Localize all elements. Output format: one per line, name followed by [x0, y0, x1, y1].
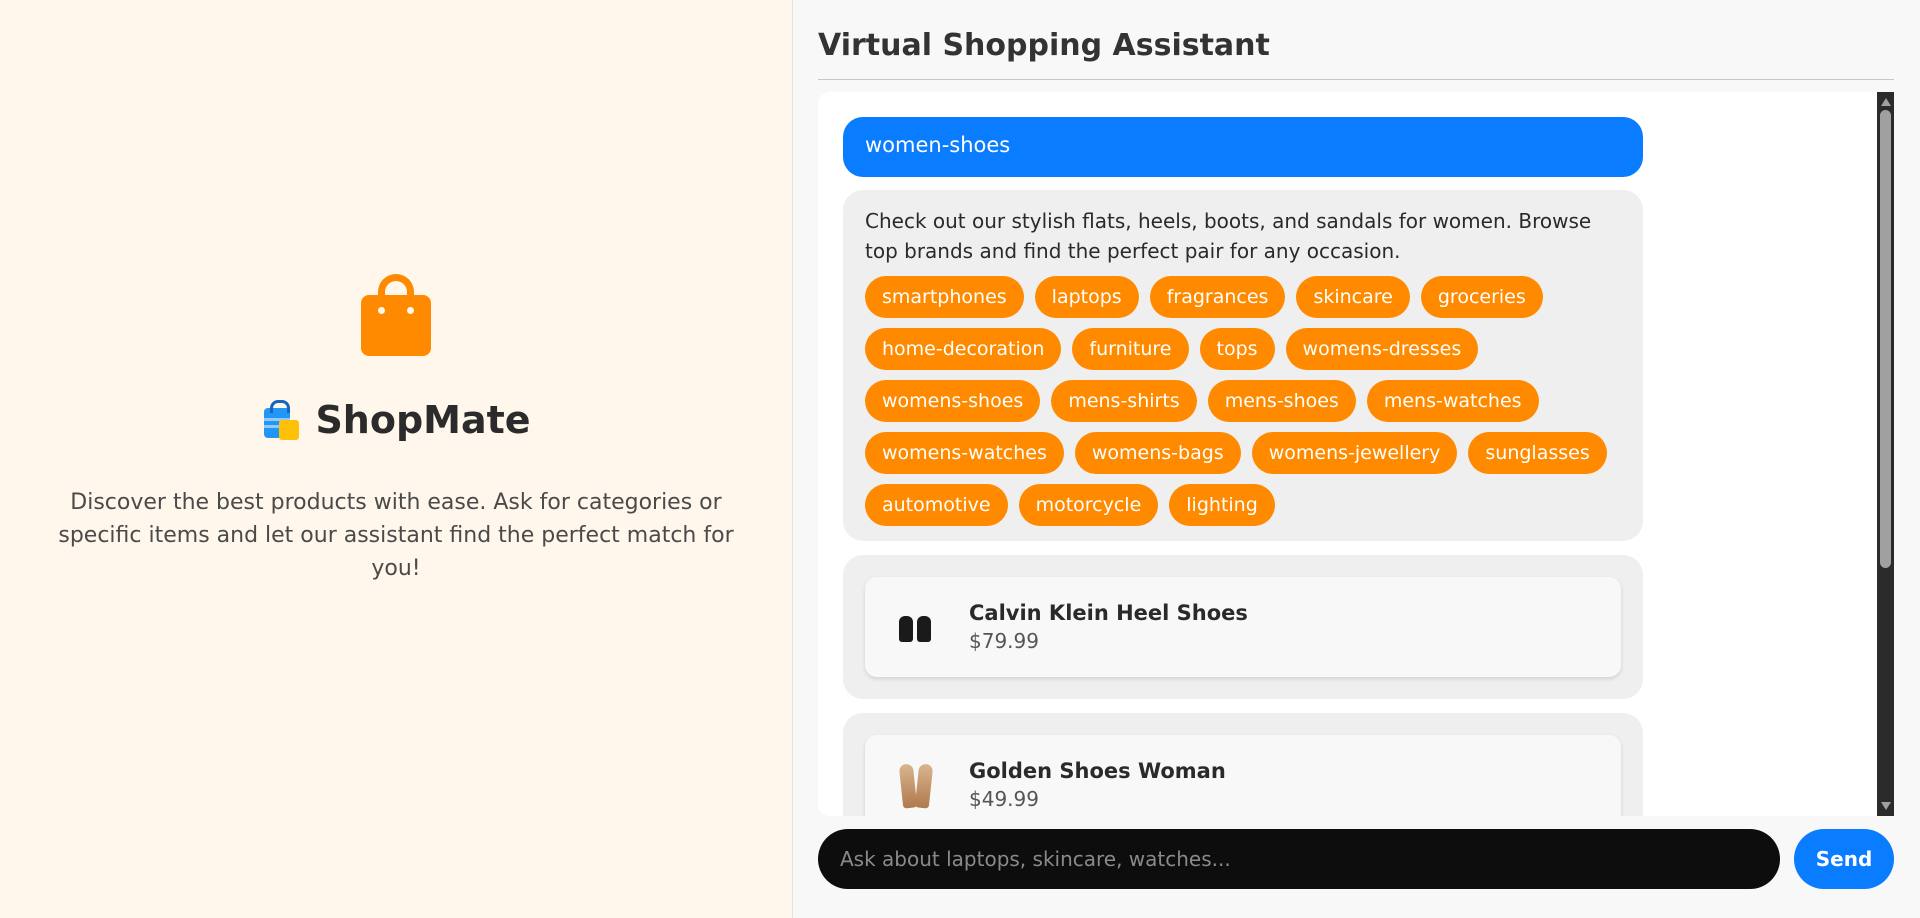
product-name: Golden Shoes Woman — [969, 759, 1226, 783]
welcome-panel: ShopMate Discover the best products with… — [0, 0, 793, 918]
tagline: Discover the best products with ease. As… — [58, 489, 734, 581]
category-chip-laptops[interactable]: laptops — [1034, 276, 1139, 318]
category-chip-home-decoration[interactable]: home-decoration — [865, 328, 1062, 370]
brand-title: ShopMate — [315, 397, 531, 442]
category-chip-skincare[interactable]: skincare — [1296, 276, 1410, 318]
shopping-bag-icon — [361, 273, 431, 356]
brand: ShopMate — [261, 397, 531, 442]
category-chip-lighting[interactable]: lighting — [1169, 484, 1275, 526]
product-message: Golden Shoes Woman $49.99 — [843, 713, 1643, 816]
category-chip-womens-dresses[interactable]: womens-dresses — [1285, 328, 1479, 370]
category-chip-womens-bags[interactable]: womens-bags — [1074, 432, 1241, 474]
category-chip-smartphones[interactable]: smartphones — [865, 276, 1024, 318]
assistant-panel: Virtual Shopping Assistant women-shoes C… — [793, 0, 1920, 918]
user-message: women-shoes — [843, 117, 1643, 177]
category-chip-mens-shoes[interactable]: mens-shoes — [1207, 380, 1356, 422]
chat-container: women-shoes Check out our stylish flats,… — [818, 92, 1894, 816]
product-image — [883, 594, 949, 660]
product-list: Calvin Klein Heel Shoes $79.99 Golden Shoe… — [843, 555, 1877, 816]
category-chip-womens-shoes[interactable]: womens-shoes — [865, 380, 1041, 422]
app: ShopMate Discover the best products with… — [0, 0, 1920, 918]
scroll-down-icon[interactable] — [1881, 802, 1891, 810]
product-card[interactable]: Calvin Klein Heel Shoes $79.99 — [865, 577, 1621, 677]
category-chip-motorcycle[interactable]: motorcycle — [1018, 484, 1159, 526]
scroll-up-icon[interactable] — [1881, 98, 1891, 106]
category-chip-mens-watches[interactable]: mens-watches — [1366, 380, 1539, 422]
category-chip-furniture[interactable]: furniture — [1072, 328, 1189, 370]
product-info: Calvin Klein Heel Shoes $79.99 — [969, 601, 1248, 653]
category-chip-womens-jewellery[interactable]: womens-jewellery — [1251, 432, 1458, 474]
chat-scrollbar[interactable] — [1877, 92, 1894, 816]
chat-input[interactable] — [818, 829, 1780, 889]
send-button[interactable]: Send — [1794, 829, 1894, 889]
bot-message: Check out our stylish flats, heels, boot… — [843, 190, 1643, 541]
scrollbar-thumb[interactable] — [1880, 110, 1891, 568]
shopping-bags-icon — [261, 399, 301, 440]
assistant-title: Virtual Shopping Assistant — [818, 28, 1894, 80]
product-price: $79.99 — [969, 629, 1039, 653]
chat-input-row: Send — [818, 829, 1894, 889]
bot-message-text: Check out our stylish flats, heels, boot… — [865, 209, 1592, 263]
category-chip-mens-shirts[interactable]: mens-shirts — [1051, 380, 1197, 422]
product-name: Calvin Klein Heel Shoes — [969, 601, 1248, 625]
category-chips: smartphones laptops fragrances skincare groc… — [865, 276, 1621, 526]
chat-messages[interactable]: women-shoes Check out our stylish flats,… — [818, 92, 1877, 816]
category-chip-fragrances[interactable]: fragrances — [1149, 276, 1286, 318]
product-price: $49.99 — [969, 787, 1039, 811]
category-chip-sunglasses[interactable]: sunglasses — [1468, 432, 1607, 474]
product-info: Golden Shoes Woman $49.99 — [969, 759, 1226, 811]
category-chip-womens-watches[interactable]: womens-watches — [865, 432, 1064, 474]
category-chip-groceries[interactable]: groceries — [1420, 276, 1543, 318]
category-chip-tops[interactable]: tops — [1199, 328, 1275, 370]
category-chip-automotive[interactable]: automotive — [865, 484, 1008, 526]
product-image — [883, 752, 949, 816]
product-message: Calvin Klein Heel Shoes $79.99 — [843, 555, 1643, 699]
product-card[interactable]: Golden Shoes Woman $49.99 — [865, 735, 1621, 816]
